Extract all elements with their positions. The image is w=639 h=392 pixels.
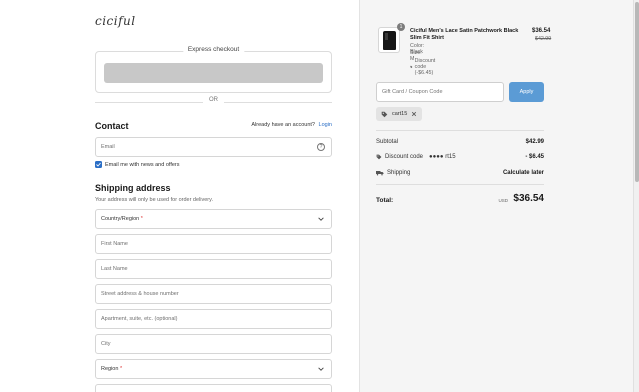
summary-divider-top: [376, 130, 544, 131]
discount-code-masked: ●●●● rt15: [429, 154, 456, 160]
region-label: Region: [101, 366, 119, 372]
total-currency: USD: [498, 198, 508, 203]
or-text: OR: [209, 97, 218, 103]
applied-coupon-tag: cart15: [376, 107, 423, 121]
divider-line-right: [224, 102, 332, 103]
apply-button[interactable]: Apply: [509, 82, 544, 102]
express-checkout-box: Express checkout: [95, 46, 332, 93]
divider-line-left: [95, 102, 203, 103]
help-icon[interactable]: ?: [317, 143, 325, 151]
email-placeholder: Email: [101, 144, 115, 150]
apartment-field[interactable]: Apartment, suite, etc. (optional): [95, 309, 332, 329]
news-opt-in[interactable]: Email me with news and offers: [95, 161, 180, 168]
coupon-input[interactable]: Gift Card / Coupon Code: [376, 82, 504, 102]
chevron-down-icon: [318, 367, 324, 371]
page-scrollbar[interactable]: [633, 0, 639, 392]
country-select[interactable]: Country/Region *: [95, 209, 332, 229]
quantity-badge: 1: [397, 23, 405, 31]
applied-coupon-code: cart15: [392, 111, 408, 117]
required-mark: *: [139, 216, 143, 222]
last-name-field[interactable]: Last Name: [95, 259, 332, 279]
express-checkout-title: Express checkout: [182, 46, 245, 53]
shipping-label: Shipping: [387, 170, 411, 176]
checkbox-checked-icon[interactable]: [95, 161, 102, 168]
shipping-value: Calculate later: [502, 170, 544, 176]
last-name-placeholder: Last Name: [101, 266, 128, 272]
shipping-title: Shipping address: [95, 183, 171, 193]
first-name-field[interactable]: First Name: [95, 234, 332, 254]
total-value: $36.54: [513, 193, 544, 204]
product-name: Ciciful Men's Lace Satin Patchwork Black…: [410, 28, 519, 41]
region-select[interactable]: Region *: [95, 359, 332, 379]
news-opt-in-label: Email me with news and offers: [105, 161, 180, 168]
checkout-form-panel: ciciful Express checkout OR Contact Alre…: [0, 0, 359, 392]
city-field[interactable]: City: [95, 334, 332, 354]
discount-value: - $6.45: [525, 154, 544, 160]
product-image: [378, 27, 400, 53]
login-link[interactable]: Login: [319, 122, 332, 128]
subtotal-row: Subtotal $42.99: [376, 139, 544, 145]
close-icon[interactable]: [411, 111, 417, 117]
discount-row: Discount code ●●●● rt15 - $6.45: [376, 154, 544, 160]
shirt-detail: [385, 33, 388, 40]
tag-icon: [381, 111, 388, 117]
truck-icon: [376, 171, 384, 176]
scrollbar-thumb[interactable]: [635, 2, 639, 182]
tag-icon: [376, 154, 382, 160]
login-prompt-text: Already have an account?: [251, 122, 315, 128]
country-label: Country/Region: [101, 216, 140, 222]
street-address-field[interactable]: Street address & house number: [95, 284, 332, 304]
order-summary-panel: 1 Ciciful Men's Lace Satin Patchwork Bla…: [359, 0, 639, 392]
required-mark: *: [118, 366, 123, 372]
shipping-note: Your address will only be used for order…: [95, 197, 214, 203]
subtotal-value: $42.99: [525, 139, 544, 145]
apartment-placeholder: Apartment, suite, etc. (optional): [101, 316, 178, 322]
coupon-placeholder: Gift Card / Coupon Code: [382, 89, 443, 95]
total-label: Total:: [376, 197, 394, 204]
product-discount-text: Discount code (-$6.45): [414, 58, 436, 76]
city-placeholder: City: [101, 341, 111, 347]
product-old-price: $42.99: [535, 36, 552, 42]
tag-icon: [410, 65, 413, 69]
login-prompt: Already have an account? Login: [251, 122, 332, 128]
discount-label-group: Discount code ●●●● rt15: [376, 154, 544, 160]
email-field[interactable]: Email ?: [95, 137, 332, 157]
chevron-down-icon: [318, 217, 324, 221]
discount-label: Discount code: [385, 154, 424, 160]
contact-title: Contact: [95, 121, 129, 131]
postal-code-field[interactable]: [95, 384, 332, 392]
product-discount: Discount code (-$6.45): [410, 58, 439, 76]
first-name-placeholder: First Name: [101, 241, 128, 247]
shipping-row: Shipping Calculate later: [376, 170, 544, 176]
express-checkout-button[interactable]: [104, 63, 323, 83]
or-divider: OR: [95, 97, 332, 107]
brand-logo[interactable]: ciciful: [95, 14, 136, 28]
product-price: $36.54: [532, 28, 551, 34]
subtotal-label: Subtotal: [376, 139, 399, 145]
summary-divider-bottom: [376, 184, 544, 185]
street-placeholder: Street address & house number: [101, 291, 179, 297]
